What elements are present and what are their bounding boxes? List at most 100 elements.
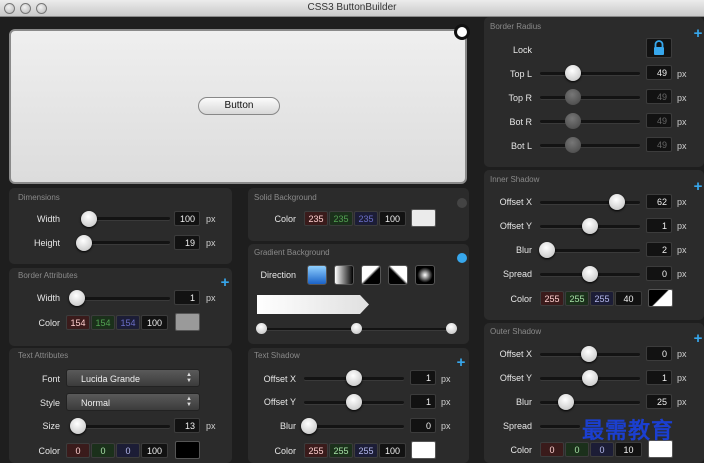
text-shadow-red-field[interactable]: 255: [304, 443, 328, 458]
solid-background-toggle-icon[interactable]: [457, 198, 467, 208]
border-color-blue-field[interactable]: 154: [116, 315, 140, 330]
style-select[interactable]: Normal ▲ ▼: [66, 393, 200, 411]
solid-color-alpha-field[interactable]: 100: [379, 211, 406, 226]
top-right-slider-handle[interactable]: [565, 89, 581, 105]
border-radius-add-icon[interactable]: +: [692, 26, 704, 41]
text-shadow-offset-y-label: Offset Y: [263, 397, 296, 407]
outer-blur-slider-track[interactable]: [540, 401, 640, 404]
dimensions-width-field[interactable]: 100: [174, 211, 200, 226]
text-shadow-alpha-field[interactable]: 100: [379, 443, 406, 458]
inner-shadow-add-icon[interactable]: +: [692, 179, 704, 194]
inner-blur-slider-track[interactable]: [540, 249, 640, 252]
text-shadow-green-field[interactable]: 255: [329, 443, 353, 458]
top-left-slider-track[interactable]: [540, 72, 640, 75]
text-shadow-offset-x-slider-handle[interactable]: [346, 370, 362, 386]
lock-toggle[interactable]: [646, 38, 672, 58]
dimensions-height-slider-track[interactable]: [82, 241, 170, 244]
solid-background-title: Solid Background: [254, 193, 317, 202]
inner-offset-x-slider-handle[interactable]: [609, 194, 625, 210]
text-color-green-field[interactable]: 0: [91, 443, 115, 458]
inner-offset-x-slider-track[interactable]: [540, 201, 640, 204]
inner-offset-y-slider-handle[interactable]: [582, 218, 598, 234]
inner-blur-field[interactable]: 2: [646, 242, 672, 257]
inner-offset-y-field[interactable]: 1: [646, 218, 672, 233]
solid-color-label: Color: [274, 214, 296, 224]
bottom-left-slider-handle[interactable]: [565, 137, 581, 153]
text-shadow-offset-x-field[interactable]: 1: [410, 370, 436, 385]
inner-color-alpha-field[interactable]: 40: [615, 291, 642, 306]
outer-blur-field[interactable]: 25: [646, 394, 672, 409]
gradient-stop-end-handle[interactable]: [446, 323, 457, 334]
top-right-field[interactable]: 49: [646, 89, 672, 104]
bottom-left-field[interactable]: 49: [646, 137, 672, 152]
border-color-red-field[interactable]: 154: [66, 315, 90, 330]
text-color-alpha-field[interactable]: 100: [141, 443, 168, 458]
outer-color-red-field[interactable]: 0: [540, 442, 564, 457]
inner-color-swatch[interactable]: [648, 289, 673, 307]
inner-blur-slider-handle[interactable]: [539, 242, 555, 258]
preview-button[interactable]: Button: [198, 97, 280, 115]
preview-background-toggle[interactable]: [454, 24, 470, 40]
size-slider-handle[interactable]: [70, 418, 86, 434]
text-shadow-blue-field[interactable]: 255: [354, 443, 378, 458]
solid-color-red-field[interactable]: 235: [304, 211, 328, 226]
top-right-slider-track[interactable]: [540, 96, 640, 99]
text-shadow-color-swatch[interactable]: [411, 441, 436, 459]
size-field[interactable]: 13: [174, 418, 200, 433]
inner-color-red-field[interactable]: 255: [540, 291, 564, 306]
inner-color-blue-field[interactable]: 255: [590, 291, 614, 306]
text-color-swatch[interactable]: [175, 441, 200, 459]
text-shadow-blur-slider-track[interactable]: [304, 425, 404, 428]
outer-offset-y-field[interactable]: 1: [646, 370, 672, 385]
border-width-slider-track[interactable]: [70, 297, 170, 300]
border-color-green-field[interactable]: 154: [91, 315, 115, 330]
text-color-blue-field[interactable]: 0: [116, 443, 140, 458]
border-width-slider-handle[interactable]: [69, 290, 85, 306]
dimensions-height-field[interactable]: 19: [174, 235, 200, 250]
dimensions-width-slider-handle[interactable]: [81, 211, 97, 227]
outer-blur-slider-handle[interactable]: [558, 394, 574, 410]
gradient-background-toggle-icon[interactable]: [457, 253, 467, 263]
border-color-swatch[interactable]: [175, 313, 200, 331]
outer-color-label: Color: [510, 445, 532, 455]
outer-offset-y-slider-handle[interactable]: [582, 370, 598, 386]
text-shadow-title: Text Shadow: [254, 351, 300, 360]
outer-shadow-add-icon[interactable]: +: [692, 331, 704, 346]
bottom-right-field[interactable]: 49: [646, 113, 672, 128]
text-shadow-offset-y-slider-handle[interactable]: [346, 394, 362, 410]
inner-color-label: Color: [510, 294, 532, 304]
dimensions-height-slider-handle[interactable]: [76, 235, 92, 251]
solid-color-blue-field[interactable]: 235: [354, 211, 378, 226]
direction-diagonal-down-icon[interactable]: [361, 265, 381, 285]
solid-color-green-field[interactable]: 235: [329, 211, 353, 226]
top-left-slider-handle[interactable]: [565, 65, 581, 81]
bottom-right-slider-track[interactable]: [540, 120, 640, 123]
outer-offset-x-slider-handle[interactable]: [581, 346, 597, 362]
bottom-left-slider-track[interactable]: [540, 144, 640, 147]
inner-color-green-field[interactable]: 255: [565, 291, 589, 306]
title-bar: CSS3 ButtonBuilder: [0, 0, 704, 17]
gradient-stop-middle-handle[interactable]: [351, 323, 362, 334]
text-shadow-blur-field[interactable]: 0: [410, 418, 436, 433]
direction-horizontal-icon[interactable]: [334, 265, 354, 285]
inner-spread-field[interactable]: 0: [646, 266, 672, 281]
direction-vertical-icon[interactable]: [307, 265, 327, 285]
border-width-field[interactable]: 1: [174, 290, 200, 305]
inner-spread-slider-handle[interactable]: [582, 266, 598, 282]
direction-diagonal-up-icon[interactable]: [388, 265, 408, 285]
text-color-red-field[interactable]: 0: [66, 443, 90, 458]
solid-color-swatch[interactable]: [411, 209, 436, 227]
direction-radial-icon[interactable]: [415, 265, 435, 285]
border-color-alpha-field[interactable]: 100: [141, 315, 168, 330]
bottom-right-slider-handle[interactable]: [565, 113, 581, 129]
outer-offset-x-field[interactable]: 0: [646, 346, 672, 361]
border-add-icon[interactable]: +: [219, 275, 231, 290]
text-shadow-add-icon[interactable]: +: [455, 355, 467, 370]
text-shadow-blur-slider-handle[interactable]: [301, 418, 317, 434]
outer-spread-slider-track[interactable]: [540, 425, 580, 428]
top-left-field[interactable]: 49: [646, 65, 672, 80]
text-shadow-offset-y-field[interactable]: 1: [410, 394, 436, 409]
gradient-stop-start-handle[interactable]: [256, 323, 267, 334]
font-select[interactable]: Lucida Grande ▲ ▼: [66, 369, 200, 387]
inner-offset-x-field[interactable]: 62: [646, 194, 672, 209]
